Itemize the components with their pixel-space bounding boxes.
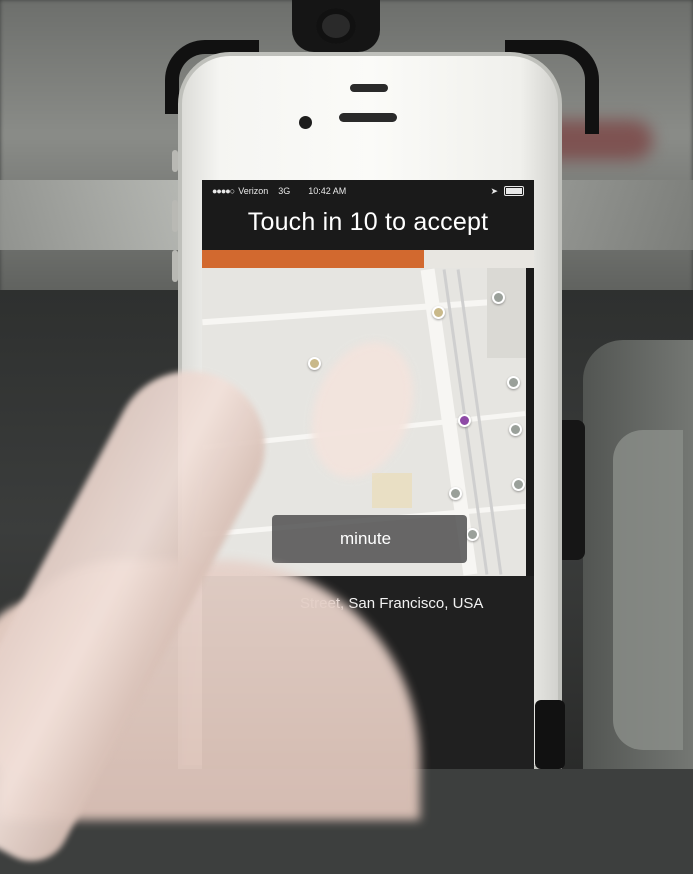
status-time: 10:42 AM (308, 186, 347, 196)
eta-label: minute (340, 529, 392, 548)
driver-pin[interactable] (449, 487, 462, 500)
driver-pin[interactable] (507, 376, 520, 389)
battery-icon (504, 186, 524, 196)
eta-box[interactable]: minute (272, 515, 467, 563)
map-road (202, 296, 526, 326)
mount-knob (316, 8, 356, 44)
front-camera (299, 116, 312, 129)
volume-down-button (172, 250, 178, 282)
driver-pin[interactable] (509, 423, 522, 436)
network-type: 3G (278, 186, 291, 196)
volume-up-button (172, 200, 178, 232)
mount-clip-bottom (535, 700, 565, 769)
countdown-fill (202, 250, 425, 268)
status-bar: ●●●●○ Verizon 3G 10:42 AM ➤ (202, 180, 534, 202)
map-block (487, 268, 526, 358)
driver-pin[interactable] (492, 291, 505, 304)
accept-countdown-bar (202, 250, 534, 268)
mute-switch (172, 150, 178, 172)
location-arrow-icon: ➤ (490, 185, 498, 196)
pickup-pin[interactable] (458, 414, 471, 427)
car-console-panel (613, 430, 683, 750)
map-park (372, 473, 412, 508)
driver-pin[interactable] (432, 306, 445, 319)
phone-sensor (350, 84, 388, 92)
earpiece-speaker (339, 113, 397, 122)
driver-pin[interactable] (308, 357, 321, 370)
driver-pin[interactable] (512, 478, 525, 491)
carrier-name: Verizon (238, 186, 269, 196)
driver-pin[interactable] (466, 528, 479, 541)
accept-prompt-title[interactable]: Touch in 10 to accept (202, 208, 534, 237)
signal-strength: ●●●●○ (212, 186, 235, 196)
